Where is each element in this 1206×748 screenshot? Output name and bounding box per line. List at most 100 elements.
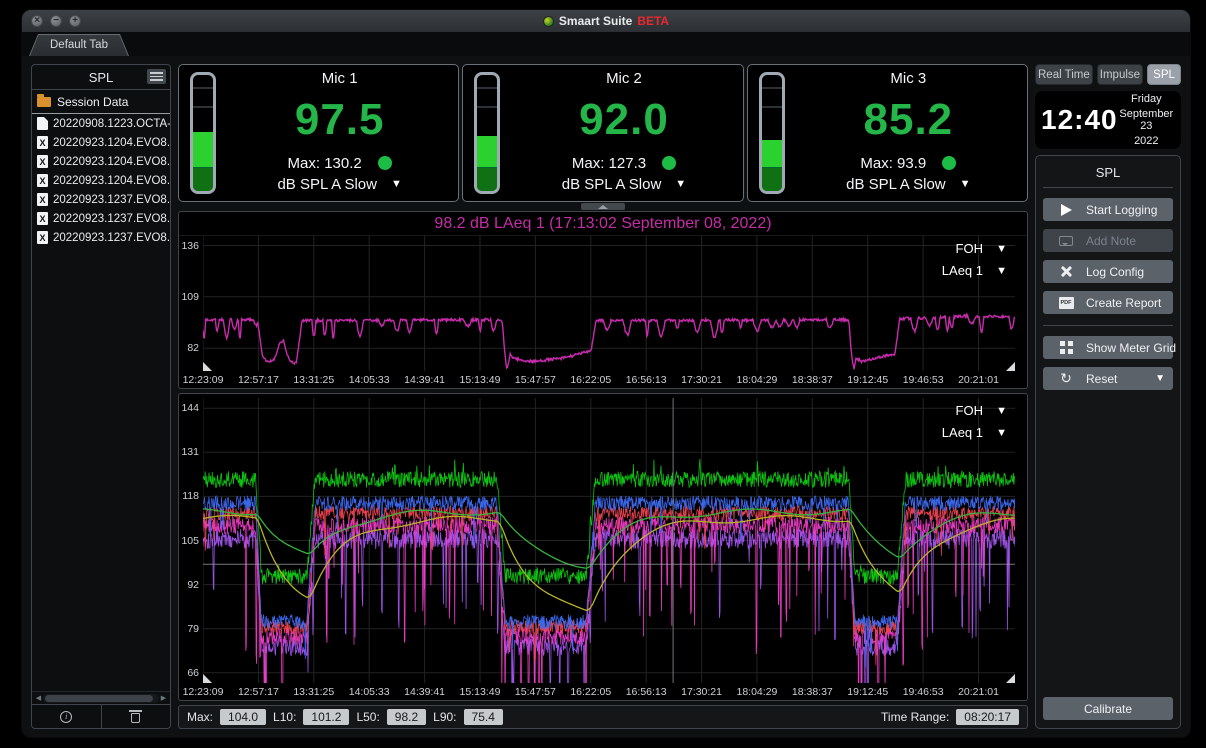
control-button-show-meter-grid[interactable]: Show Meter Grid — [1043, 336, 1173, 359]
list-item-session-file[interactable]: 20220908.1223.OCTA-CA — [32, 114, 170, 133]
meter-mode-label: dB SPL A Slow — [562, 176, 662, 193]
chevron-down-icon[interactable]: ▼ — [983, 265, 1009, 277]
chart2-plot-area[interactable]: FOH▼ LAeq 1▼ — [203, 398, 1015, 683]
stat-value[interactable]: 75.4 — [464, 709, 503, 725]
sidebar-menu-icon[interactable] — [147, 69, 166, 84]
list-item-session-file[interactable]: X20220923.1204.EVO8.Mi — [32, 133, 170, 152]
x-axis-tick: 17:30:21 — [681, 374, 722, 386]
info-button[interactable]: i — [32, 705, 101, 728]
trash-icon — [131, 713, 140, 723]
main-content: SPL Session Data 20220908.1223.OCTA-CAX2… — [22, 56, 1190, 737]
mode-button-real-time[interactable]: Real Time — [1035, 64, 1093, 85]
play-icon — [1055, 204, 1077, 216]
x-axis-tick: 19:46:53 — [903, 374, 944, 386]
x-axis-tick: 16:22:05 — [570, 686, 611, 698]
source-select[interactable]: FOH — [942, 241, 983, 256]
mic-title: Mic 3 — [798, 70, 1019, 87]
control-panel-title: SPL — [1043, 162, 1173, 188]
chevron-down-icon[interactable]: ▼ — [983, 427, 1009, 439]
max-label: Max: 93.9 — [860, 155, 926, 172]
info-icon: i — [60, 711, 72, 723]
scroll-left-icon[interactable]: ◀ — [34, 694, 43, 702]
y-axis-tick: 82 — [179, 342, 199, 354]
scroll-right-icon[interactable]: ▶ — [159, 694, 168, 702]
scrollbar-track[interactable] — [43, 694, 159, 703]
list-item-session-file[interactable]: X20220923.1237.EVO8.Mi — [32, 209, 170, 228]
x-axis-tick: 17:30:21 — [681, 686, 722, 698]
clock-panel: 12:40 Friday September 23 2022 — [1035, 91, 1181, 149]
spl-value: 92.0 — [513, 87, 734, 153]
beta-badge: BETA — [637, 14, 669, 28]
control-button-label: Log Config — [1086, 265, 1144, 279]
tab-default[interactable]: Default Tab — [29, 34, 129, 56]
session-data-folder[interactable]: Session Data — [32, 92, 170, 114]
stat-value[interactable]: 104.0 — [220, 709, 266, 725]
control-button-create-report[interactable]: PDFCreate Report — [1043, 291, 1173, 314]
calibrate-button[interactable]: Calibrate — [1043, 697, 1173, 720]
control-button-log-config[interactable]: Log Config — [1043, 260, 1173, 283]
list-item-session-file[interactable]: X20220923.1204.EVO8.Mi — [32, 152, 170, 171]
chevron-down-icon[interactable]: ▼ — [983, 405, 1009, 417]
meter-collapse-handle[interactable] — [178, 202, 1028, 211]
status-dot-icon — [378, 156, 392, 170]
y-axis-tick: 136 — [179, 240, 199, 252]
chart1-plot-area[interactable]: FOH▼ LAeq 1▼ — [203, 236, 1015, 371]
metric-select[interactable]: LAeq 1 — [942, 425, 983, 440]
mode-button-spl[interactable]: SPL — [1147, 64, 1181, 85]
meter-mode-select[interactable]: dB SPL A Slow▼ — [513, 173, 734, 195]
control-button-label: Add Note — [1086, 234, 1136, 248]
calibrate-label: Calibrate — [1084, 702, 1132, 716]
app-window: × − + Smaart SuiteBETA Default Tab SPL S… — [22, 10, 1190, 737]
metric-select[interactable]: LAeq 1 — [942, 263, 983, 278]
resize-corner-icon[interactable] — [203, 362, 212, 371]
delete-button[interactable] — [101, 705, 171, 728]
source-select[interactable]: FOH — [942, 403, 983, 418]
list-item-session-file[interactable]: X20220923.1204.EVO8.Mi — [32, 171, 170, 190]
list-item-session-file[interactable]: X20220923.1237.EVO8.Mi — [32, 228, 170, 247]
control-button-label: Start Logging — [1086, 203, 1157, 217]
max-label: Max: 130.2 — [288, 155, 362, 172]
control-button-add-note[interactable]: Add Note — [1043, 229, 1173, 252]
clock-weekday: Friday — [1131, 93, 1162, 105]
grid-icon — [1055, 341, 1077, 354]
stat-label: L50: — [356, 710, 379, 724]
meter-fill-base — [762, 167, 782, 191]
control-button-reset[interactable]: ↻Reset▼ — [1043, 367, 1173, 390]
x-axis-tick: 14:05:33 — [349, 374, 390, 386]
scrollbar-thumb[interactable] — [45, 695, 153, 702]
x-axis-tick: 12:57:17 — [238, 686, 279, 698]
chevron-down-icon: ▼ — [391, 178, 402, 190]
app-title: Smaart Suite — [559, 14, 632, 28]
meter-mode-select[interactable]: dB SPL A Slow▼ — [229, 173, 450, 195]
max-row: Max: 130.2 — [229, 153, 450, 173]
doc-icon — [37, 117, 48, 130]
doc-x-icon: X — [37, 193, 48, 206]
control-button-start-logging[interactable]: Start Logging — [1043, 198, 1173, 221]
list-item-session-file[interactable]: X20220923.1237.EVO8.Mi — [32, 190, 170, 209]
spl-history-chart: FOH▼ LAeq 1▼ 12:23:0912:57:1713:31:2514:… — [178, 393, 1028, 701]
time-range-value[interactable]: 08:20:17 — [956, 709, 1019, 725]
stat-label: Max: — [187, 710, 213, 724]
resize-corner-icon[interactable] — [203, 674, 212, 683]
resize-corner-icon[interactable] — [1006, 674, 1015, 683]
meter-mode-select[interactable]: dB SPL A Slow▼ — [798, 173, 1019, 195]
play-glyph — [1061, 204, 1072, 216]
sidebar-scrollbar[interactable]: ◀ ▶ — [32, 691, 170, 704]
file-name: 20220923.1237.EVO8.Mi — [53, 213, 170, 225]
x-axis-tick: 14:05:33 — [349, 686, 390, 698]
stat-value[interactable]: 101.2 — [303, 709, 349, 725]
mode-button-impulse[interactable]: Impulse — [1097, 64, 1143, 85]
chevron-down-icon[interactable]: ▼ — [983, 243, 1009, 255]
window-title: Smaart Suite BETA — [22, 14, 1190, 28]
stat-value[interactable]: 98.2 — [387, 709, 426, 725]
mic-meter-panel-2: Mic 292.0Max: 127.3dB SPL A Slow▼ — [462, 64, 743, 202]
mic-meter-panel-3: Mic 385.2Max: 93.9dB SPL A Slow▼ — [747, 64, 1028, 202]
x-axis-tick: 18:38:37 — [792, 374, 833, 386]
level-meter — [759, 72, 785, 194]
x-axis-tick: 12:23:09 — [183, 374, 224, 386]
level-meter — [474, 72, 500, 194]
resize-corner-icon[interactable] — [1006, 362, 1015, 371]
x-axis-tick: 16:56:13 — [626, 686, 667, 698]
meter-fill-base — [477, 167, 497, 191]
meter-segment-line — [477, 106, 497, 108]
